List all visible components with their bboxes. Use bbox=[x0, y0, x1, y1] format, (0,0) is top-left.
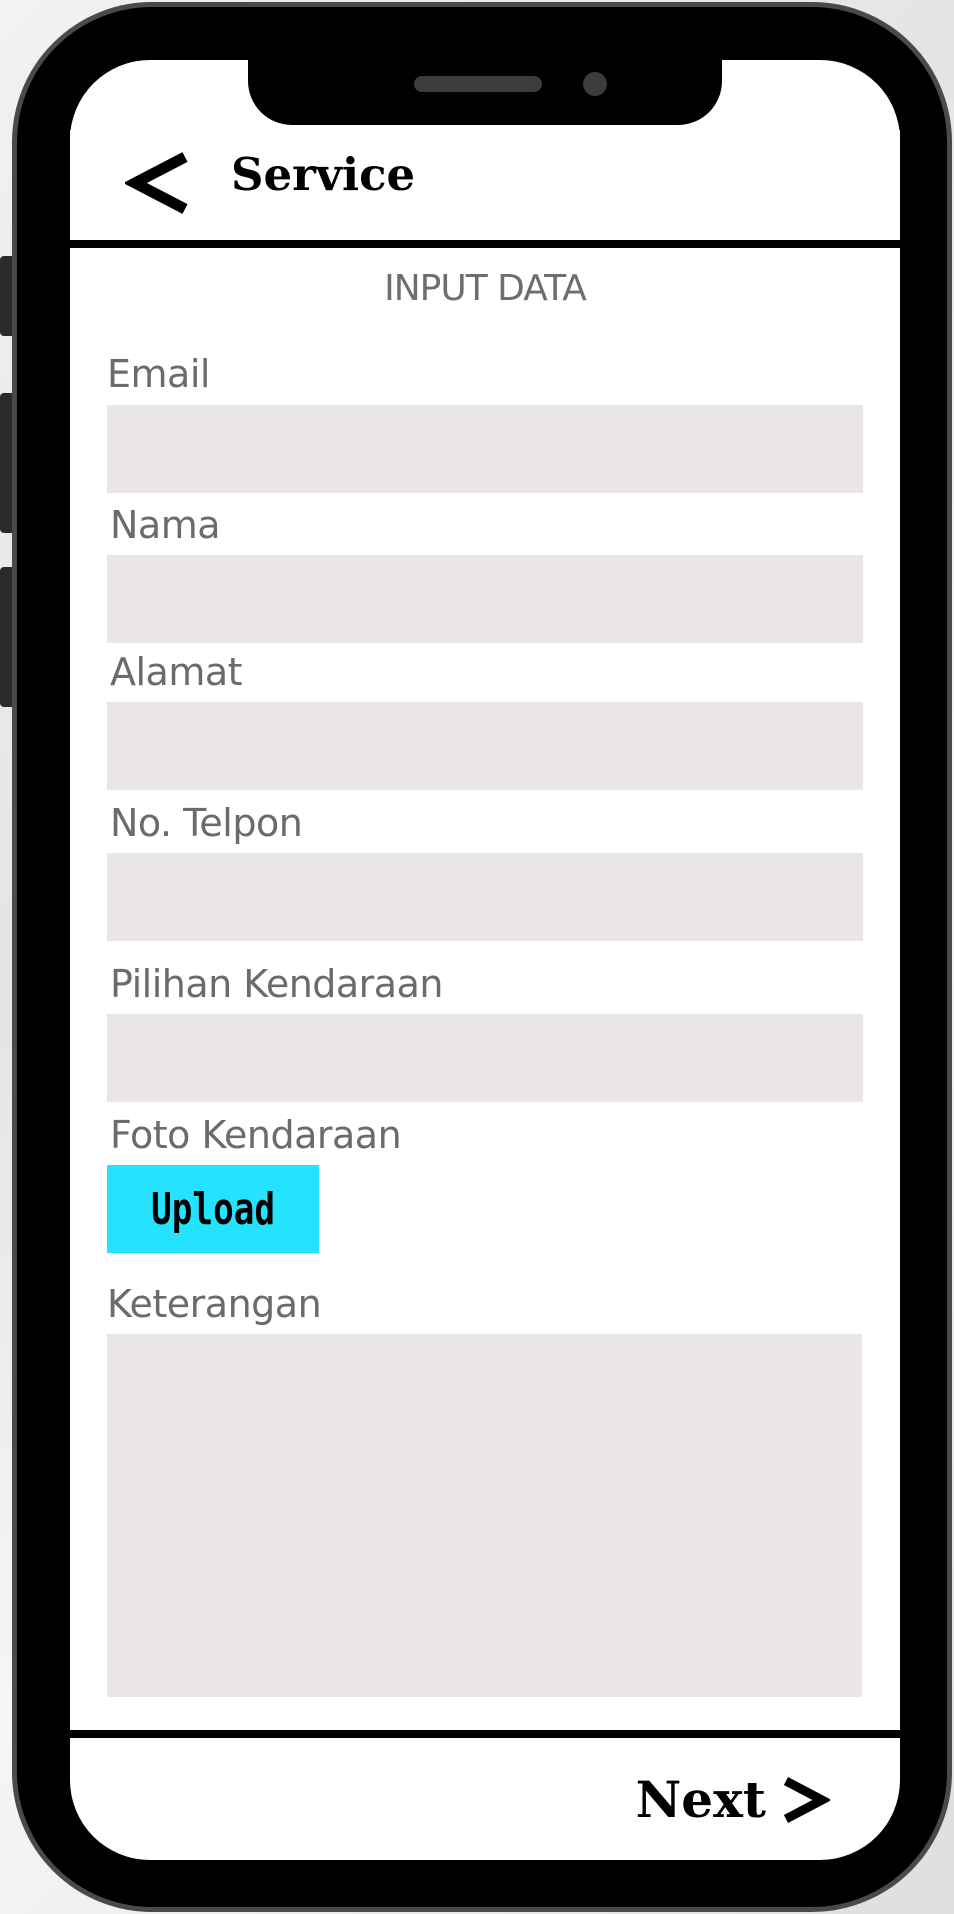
next-button[interactable]: Next bbox=[636, 1770, 830, 1829]
notes-textarea[interactable] bbox=[107, 1334, 862, 1697]
chevron-left-icon bbox=[123, 152, 188, 214]
notch bbox=[248, 60, 722, 125]
name-field[interactable] bbox=[107, 555, 863, 643]
email-label: Email bbox=[107, 352, 210, 396]
vehicle-photo-label: Foto Kendaraan bbox=[110, 1113, 402, 1157]
next-button-label: Next bbox=[635, 1770, 766, 1829]
phone-field[interactable] bbox=[107, 853, 863, 941]
app-footer: Next bbox=[70, 1740, 900, 1860]
front-camera bbox=[583, 72, 607, 96]
section-title: INPUT DATA bbox=[384, 268, 587, 309]
email-field[interactable] bbox=[107, 405, 863, 493]
name-label: Nama bbox=[110, 503, 221, 547]
app-header: Service bbox=[70, 130, 900, 240]
upload-button[interactable]: Upload bbox=[107, 1165, 320, 1253]
header-divider bbox=[70, 240, 900, 248]
address-field[interactable] bbox=[107, 702, 863, 790]
back-button[interactable] bbox=[123, 147, 195, 219]
vehicle-choice-field[interactable] bbox=[107, 1014, 863, 1102]
vehicle-choice-label: Pilihan Kendaraan bbox=[110, 962, 443, 1006]
address-label: Alamat bbox=[110, 650, 243, 694]
page-title: Service bbox=[231, 148, 416, 201]
chevron-right-icon bbox=[783, 1776, 830, 1823]
notes-label: Keterangan bbox=[107, 1282, 322, 1326]
footer-divider bbox=[70, 1730, 900, 1738]
phone-label: No. Telpon bbox=[110, 801, 303, 845]
speaker-grille bbox=[414, 76, 542, 92]
upload-button-label: Upload bbox=[151, 1183, 276, 1235]
